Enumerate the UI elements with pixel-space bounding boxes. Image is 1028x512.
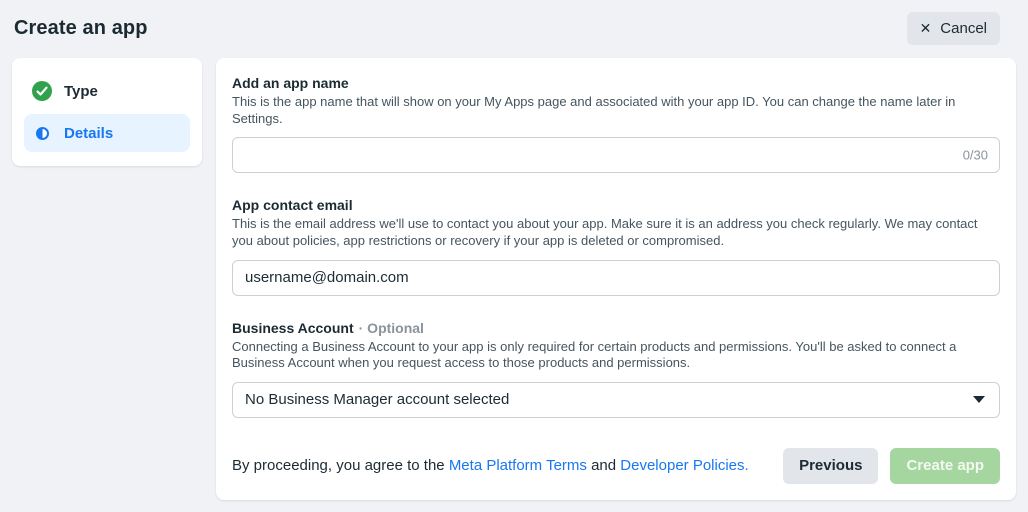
business-account-select[interactable]: No Business Manager account selected: [232, 382, 1000, 418]
app-name-input-wrap: 0/30: [232, 137, 1000, 173]
step-type-label: Type: [64, 83, 98, 100]
topbar: Create an app ✕ Cancel: [0, 0, 1028, 56]
check-circle-icon: [32, 81, 52, 101]
business-account-section: Business Account · Optional Connecting a …: [232, 320, 1000, 418]
developer-policies-link[interactable]: Developer Policies.: [620, 457, 748, 474]
page-title: Create an app: [14, 17, 148, 40]
contact-email-description: This is the email address we'll use to c…: [232, 216, 1000, 249]
app-name-label: Add an app name: [232, 75, 1000, 91]
contact-email-section: App contact email This is the email addr…: [232, 197, 1000, 295]
agreement-text: By proceeding, you agree to the Meta Pla…: [232, 457, 749, 474]
previous-button[interactable]: Previous: [783, 448, 878, 484]
content-area: Type Details Add an app name This is the…: [0, 56, 1028, 512]
business-account-description: Connecting a Business Account to your ap…: [232, 339, 1000, 372]
app-name-section: Add an app name This is the app name tha…: [232, 75, 1000, 173]
close-icon: ✕: [920, 21, 932, 35]
details-form-card: Add an app name This is the app name tha…: [216, 58, 1016, 500]
chevron-down-icon: [973, 396, 985, 403]
agreement-middle: and: [587, 457, 620, 474]
business-account-label-text: Business Account: [232, 320, 354, 336]
create-app-page: Create an app ✕Cancel Type Details Ad: [0, 0, 1028, 512]
progress-half-circle-icon: [32, 123, 52, 143]
contact-email-label: App contact email: [232, 197, 1000, 213]
agreement-prefix: By proceeding, you agree to the: [232, 457, 449, 474]
contact-email-input-wrap: [232, 260, 1000, 296]
cancel-button[interactable]: ✕ Cancel: [907, 12, 1000, 45]
optional-tag: · Optional: [359, 320, 424, 336]
meta-platform-terms-link[interactable]: Meta Platform Terms: [449, 457, 587, 474]
contact-email-input[interactable]: [232, 260, 1000, 296]
step-type[interactable]: Type: [24, 72, 190, 110]
business-account-selected-option: No Business Manager account selected: [245, 391, 509, 408]
step-details-label: Details: [64, 125, 113, 142]
steps-sidebar: Type Details: [12, 58, 202, 166]
footer-buttons: Previous Create app: [783, 448, 1000, 484]
cancel-button-label: Cancel: [940, 20, 987, 37]
create-app-button[interactable]: Create app: [890, 448, 1000, 484]
app-name-input[interactable]: [232, 137, 1000, 173]
business-account-label: Business Account · Optional: [232, 320, 1000, 336]
app-name-description: This is the app name that will show on y…: [232, 94, 1000, 127]
step-details[interactable]: Details: [24, 114, 190, 152]
form-footer: By proceeding, you agree to the Meta Pla…: [232, 448, 1000, 484]
